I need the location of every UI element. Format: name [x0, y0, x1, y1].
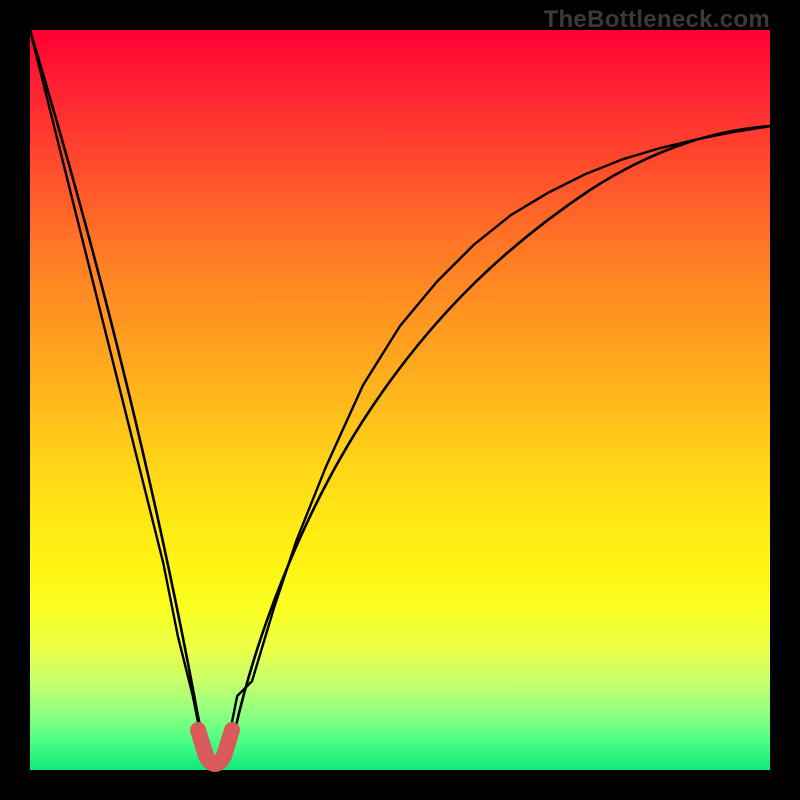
highlight-u	[198, 730, 232, 764]
plot-area	[30, 30, 770, 770]
watermark-text: TheBottleneck.com	[544, 6, 770, 34]
outer-frame: TheBottleneck.com	[0, 0, 800, 800]
curve-path	[30, 30, 770, 763]
bottleneck-curve	[30, 30, 770, 770]
curve-path-smooth	[30, 30, 770, 766]
